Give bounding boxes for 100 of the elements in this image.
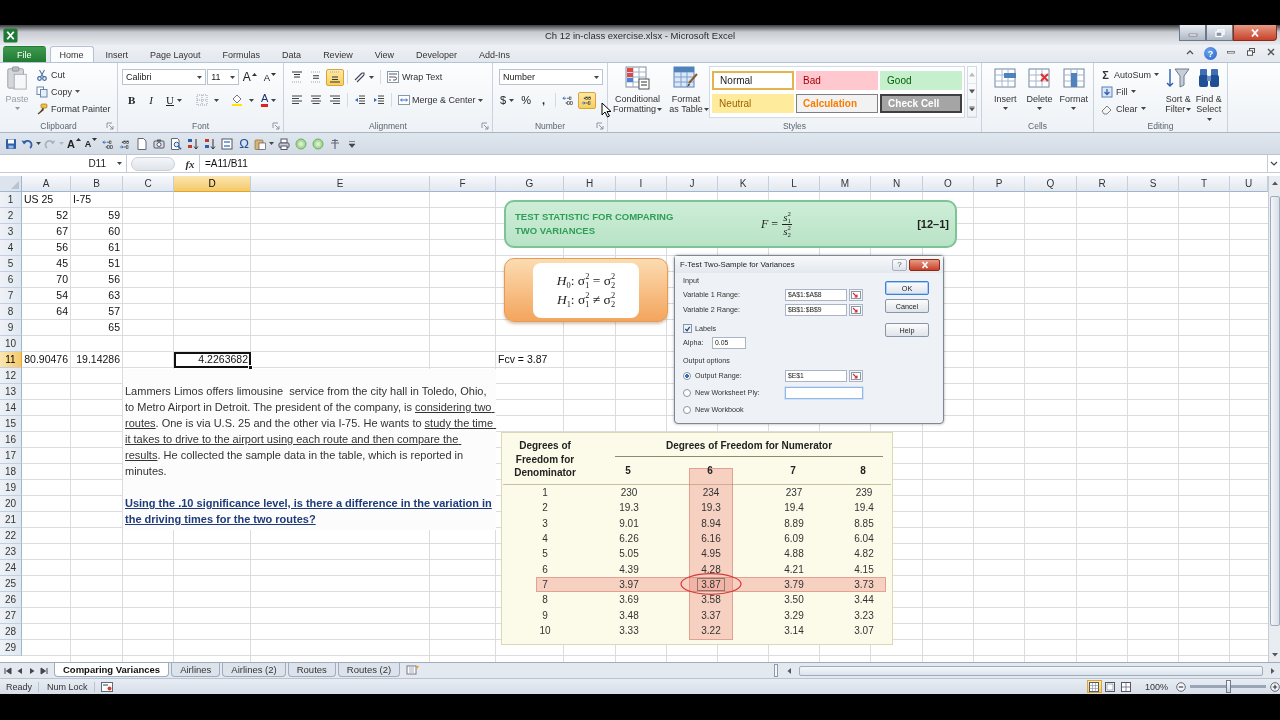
- sheet-cell[interactable]: 70: [22, 272, 71, 288]
- ribbon-tab[interactable]: Add-Ins: [469, 46, 521, 62]
- sheet-cell[interactable]: 60: [71, 224, 123, 240]
- ribbon-tab[interactable]: Page Layout: [140, 46, 211, 62]
- close-icon[interactable]: [1266, 47, 1276, 57]
- underline-button[interactable]: U: [161, 91, 187, 109]
- close-button[interactable]: [1233, 25, 1277, 41]
- row-header[interactable]: 9: [0, 320, 22, 336]
- form-button[interactable]: [219, 135, 235, 152]
- grow-font-button[interactable]: A: [66, 135, 82, 152]
- sheet-cell[interactable]: 52: [22, 208, 71, 224]
- column-header[interactable]: U: [1230, 176, 1268, 192]
- percent-button[interactable]: %: [518, 91, 534, 109]
- column-header[interactable]: H: [564, 176, 616, 192]
- radio-button[interactable]: [683, 388, 691, 397]
- next-sheet-icon[interactable]: [28, 667, 36, 675]
- column-header[interactable]: G: [496, 176, 564, 192]
- decrease-decimal-button[interactable]: [577, 91, 596, 109]
- dialog-launcher-icon[interactable]: [272, 121, 280, 130]
- column-header[interactable]: J: [667, 176, 718, 192]
- row-header[interactable]: 8: [0, 304, 22, 320]
- sheet-cell[interactable]: 56: [71, 272, 123, 288]
- view-button[interactable]: [1086, 680, 1102, 693]
- sheet-tab[interactable]: Routes (2): [337, 663, 401, 677]
- sheet-cell[interactable]: 45: [22, 256, 71, 272]
- sheet-cell[interactable]: 51: [71, 256, 123, 272]
- column-header[interactable]: O: [923, 176, 974, 192]
- dialog-launcher-icon[interactable]: [481, 121, 489, 130]
- sheet-cell[interactable]: 19.14286: [71, 352, 123, 368]
- sheet-cell[interactable]: US 25: [22, 192, 71, 208]
- sheet-cell[interactable]: 64: [22, 304, 71, 320]
- font-name-dropdown[interactable]: Calibri: [122, 69, 207, 85]
- column-header[interactable]: A: [22, 176, 71, 192]
- range-picker-button[interactable]: [849, 303, 863, 316]
- sheet-tab[interactable]: Comparing Variances: [54, 663, 170, 677]
- comma-style-button[interactable]: ,: [534, 91, 552, 109]
- scroll-right-icon[interactable]: [1270, 666, 1276, 675]
- column-header[interactable]: E: [251, 176, 430, 192]
- insert-function-button[interactable]: fx: [181, 157, 199, 170]
- zoom-in-icon[interactable]: [1270, 681, 1280, 692]
- number-format-dropdown[interactable]: Number: [499, 69, 603, 85]
- row-header[interactable]: 2: [0, 208, 22, 224]
- insert-button[interactable]: Insert: [990, 66, 1021, 119]
- conditional-formatting-button[interactable]: Conditional Formatting: [612, 66, 663, 119]
- font-color-button[interactable]: A: [257, 91, 280, 109]
- fill-button[interactable]: Fill: [1098, 83, 1162, 100]
- split-handle[interactable]: [774, 664, 778, 677]
- row-header[interactable]: 18: [0, 464, 22, 480]
- sheet-cell[interactable]: 61: [71, 240, 123, 256]
- cell-style-option[interactable]: Normal: [712, 71, 795, 90]
- row-header[interactable]: 3: [0, 224, 22, 240]
- row-header[interactable]: 11: [0, 352, 22, 368]
- scroll-thumb[interactable]: [799, 665, 1263, 676]
- row-header[interactable]: 20: [0, 496, 22, 512]
- format-painter-button[interactable]: Format Painter: [33, 100, 114, 117]
- row-header[interactable]: 29: [0, 640, 22, 656]
- sheet-cell[interactable]: 67: [22, 224, 71, 240]
- sheet-cell[interactable]: 59: [71, 208, 123, 224]
- row-header[interactable]: 12: [0, 368, 22, 384]
- ribbon-tab[interactable]: Formulas: [212, 46, 271, 62]
- first-sheet-icon[interactable]: [4, 667, 12, 675]
- ribbon-tab[interactable]: Data: [272, 46, 312, 62]
- row-header[interactable]: 14: [0, 400, 22, 416]
- ribbon-tab[interactable]: Review: [313, 46, 363, 62]
- copy-button[interactable]: Copy: [33, 83, 114, 100]
- row-header[interactable]: 21: [0, 512, 22, 528]
- vertical-align-button[interactable]: [326, 68, 344, 86]
- sheet-cell[interactable]: 54: [22, 288, 71, 304]
- radio-button[interactable]: [683, 405, 691, 414]
- sheet-cell[interactable]: I-75: [71, 192, 123, 208]
- row-header[interactable]: 6: [0, 272, 22, 288]
- slider-thumb[interactable]: [1225, 680, 1231, 693]
- row-header[interactable]: 16: [0, 432, 22, 448]
- column-header[interactable]: R: [1077, 176, 1128, 192]
- cell-style-option[interactable]: Bad: [796, 71, 879, 90]
- close-button[interactable]: [909, 258, 940, 271]
- resize-handle[interactable]: [131, 156, 175, 171]
- row-header[interactable]: 23: [0, 544, 22, 560]
- view-button[interactable]: [1102, 680, 1118, 693]
- previous-sheet-icon[interactable]: [16, 667, 24, 675]
- range-picker-button[interactable]: [849, 369, 863, 382]
- row-header[interactable]: 28: [0, 624, 22, 640]
- record-macro-icon[interactable]: [100, 681, 113, 692]
- column-header[interactable]: T: [1179, 176, 1230, 192]
- delete-button[interactable]: Delete: [1024, 66, 1055, 119]
- sheet-tab[interactable]: Airlines (2): [222, 663, 286, 677]
- row-header[interactable]: 10: [0, 336, 22, 352]
- minimize-button[interactable]: [1179, 25, 1206, 41]
- checkbox[interactable]: [683, 324, 692, 333]
- row-header[interactable]: 17: [0, 448, 22, 464]
- ribbon-tab[interactable]: Home: [49, 46, 94, 62]
- scroll-down-icon[interactable]: [1270, 652, 1279, 658]
- row-header[interactable]: 22: [0, 528, 22, 544]
- row-header[interactable]: 5: [0, 256, 22, 272]
- scroll-up-icon[interactable]: [1270, 180, 1279, 186]
- cut-button[interactable]: Cut: [33, 66, 114, 83]
- grow-font-button[interactable]: A: [239, 68, 260, 86]
- column-header[interactable]: P: [974, 176, 1025, 192]
- file-tab[interactable]: File: [3, 46, 46, 62]
- sheet-cell[interactable]: 56: [22, 240, 71, 256]
